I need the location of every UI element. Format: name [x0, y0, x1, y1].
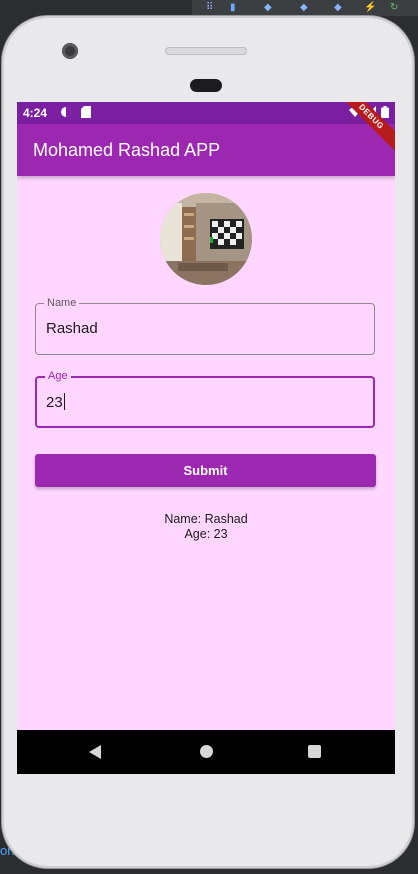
ide-toolbar-icon[interactable]: ↻: [390, 2, 398, 14]
ide-toolbar-icon[interactable]: ◆: [300, 2, 308, 14]
age-field-value: 23: [46, 394, 63, 411]
ide-toolbar: ⠿ ▮ ◆ ◆ ◆ ⚡ ↻: [192, 0, 418, 16]
age-field[interactable]: Age 23: [35, 369, 375, 428]
speaker-grille: [165, 47, 247, 55]
home-icon[interactable]: [200, 745, 213, 758]
phone-frame: 4:24 Mohamed Rashad APP DEBUG Name Rasha…: [2, 16, 414, 868]
submit-button[interactable]: Submit: [35, 454, 376, 487]
name-field-value[interactable]: Rashad: [46, 320, 98, 338]
recents-icon[interactable]: [308, 745, 321, 758]
result-name-line: Name: Rashad: [164, 512, 248, 526]
camera-icon: [62, 43, 78, 59]
navigation-bar: [17, 730, 395, 774]
ide-toolbar-icon[interactable]: ▮: [230, 2, 236, 14]
age-field-value-wrap[interactable]: 23: [46, 393, 65, 412]
status-bar: 4:24: [17, 102, 395, 124]
name-field-label: Name: [44, 296, 80, 310]
app-title: Mohamed Rashad APP: [33, 140, 221, 160]
back-icon[interactable]: [89, 745, 101, 759]
app-bar: Mohamed Rashad APP: [17, 124, 395, 176]
name-field[interactable]: Name Rashad: [35, 296, 375, 355]
device-screen: 4:24 Mohamed Rashad APP DEBUG Name Rasha…: [17, 102, 395, 774]
ide-toolbar-icon[interactable]: ◆: [264, 2, 272, 14]
age-field-label: Age: [45, 369, 71, 383]
status-time: 4:24: [23, 106, 48, 120]
ide-toolbar-icon[interactable]: ⠿: [206, 2, 213, 14]
text-caret: [63, 393, 65, 410]
sd-card-icon: [80, 106, 92, 118]
ide-toolbar-icon[interactable]: ◆: [334, 2, 342, 14]
result-age-line: Age: 23: [184, 527, 228, 541]
ide-toolbar-icon[interactable]: ⚡: [364, 2, 376, 14]
avatar: [160, 193, 252, 285]
sensor: [190, 79, 222, 92]
notification-icon: [60, 106, 72, 118]
